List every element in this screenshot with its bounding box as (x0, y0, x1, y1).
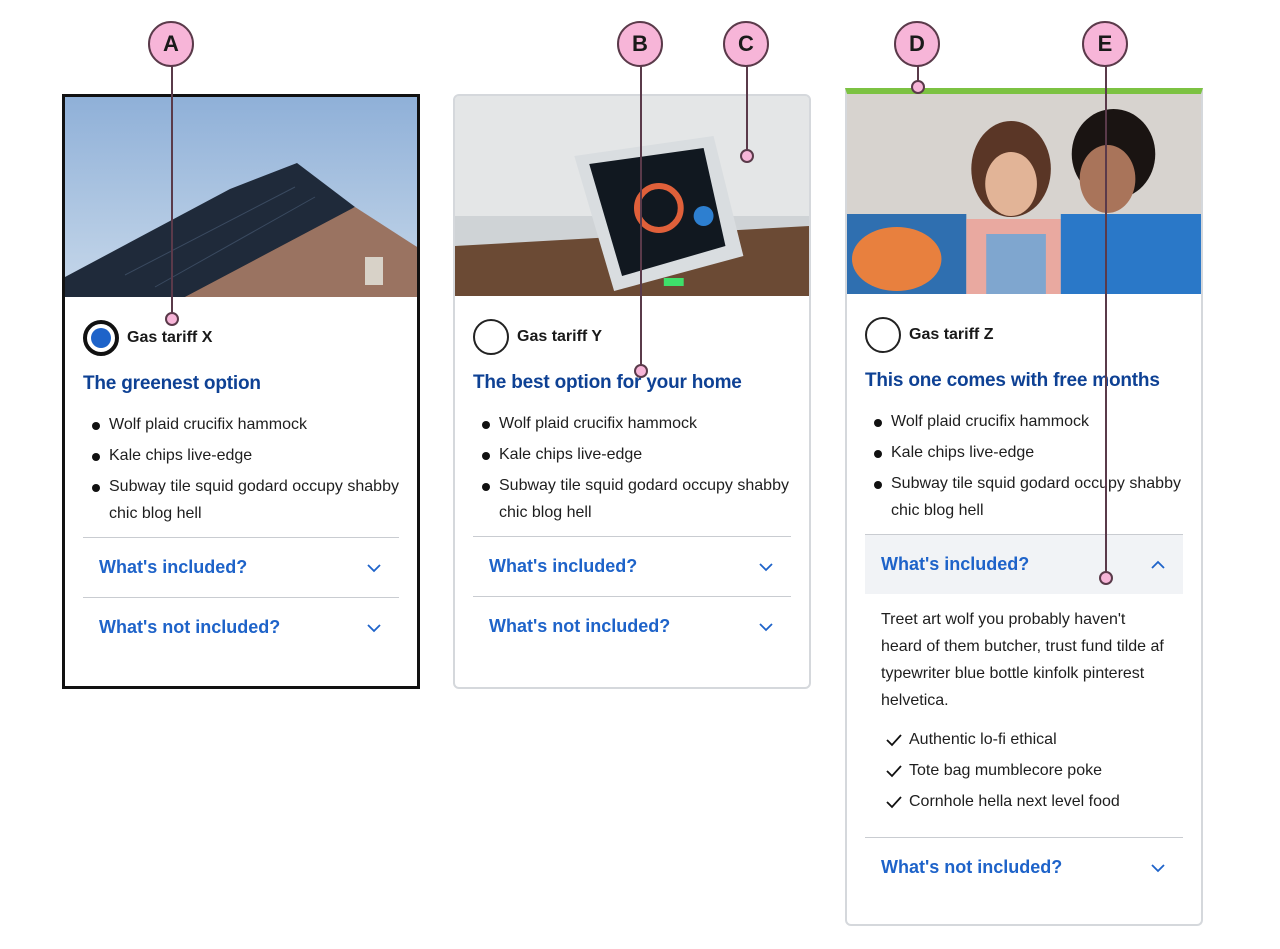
accordion-panel-included: Treet art wolf you probably haven't hear… (865, 594, 1183, 837)
tariff-radio-option[interactable]: Gas tariff Y (473, 316, 793, 358)
tariff-headline: This one comes with free months (865, 370, 1160, 391)
chevron-down-icon (367, 623, 381, 632)
marker-c: C (723, 21, 769, 67)
accordion-toggle-not-included[interactable]: What's not included? (83, 598, 399, 657)
marker-leader-line (1105, 66, 1107, 578)
chevron-down-icon (1151, 863, 1165, 872)
tariff-name: Gas tariff Y (517, 328, 603, 345)
accordion-toggle-included[interactable]: What's included? (473, 537, 791, 596)
marker-a: A (148, 21, 194, 67)
solar-roof-image (65, 97, 417, 297)
tariff-radio-option[interactable]: Gas tariff Z (865, 314, 1185, 356)
marker-leader-line (171, 66, 173, 319)
accordion-title: What's not included? (881, 857, 1063, 877)
accordion-toggle-not-included[interactable]: What's not included? (865, 838, 1183, 897)
list-item: Tote bag mumblecore poke (881, 757, 1167, 784)
list-item: Cornhole hella next level food (881, 788, 1167, 815)
accordion-title: What's included? (99, 557, 248, 577)
marker-leader-line (746, 66, 748, 156)
marker-pin (634, 364, 648, 378)
checkmark-icon (886, 765, 902, 778)
marker-pin (740, 149, 754, 163)
tariff-card-x[interactable]: Gas tariff X The greenest option Wolf pl… (62, 94, 420, 689)
checkmark-icon (886, 734, 902, 747)
accordion-not-included: What's not included? (473, 596, 791, 656)
tariff-name: Gas tariff Z (909, 326, 994, 343)
accordion-not-included: What's not included? (865, 837, 1183, 897)
list-item: Subway tile squid godard occupy shabby c… (865, 470, 1185, 524)
accordion-toggle-not-included[interactable]: What's not included? (473, 597, 791, 656)
smart-meter-image (455, 96, 809, 296)
included-list: Authentic lo-fi ethical Tote bag mumblec… (881, 726, 1167, 815)
accordion-included: What's included? (83, 537, 399, 597)
feature-list: Wolf plaid crucifix hammock Kale chips l… (865, 408, 1185, 524)
tariff-card-y[interactable]: Gas tariff Y The best option for your ho… (453, 94, 811, 689)
feature-list: Wolf plaid crucifix hammock Kale chips l… (473, 410, 793, 526)
list-item: Subway tile squid godard occupy shabby c… (473, 472, 793, 526)
included-description: Treet art wolf you probably haven't hear… (881, 611, 1164, 709)
list-item: Authentic lo-fi ethical (881, 726, 1167, 753)
marker-pin (1099, 571, 1113, 585)
radio-button[interactable] (473, 319, 509, 355)
marker-e: E (1082, 21, 1128, 67)
list-item: Wolf plaid crucifix hammock (83, 411, 401, 438)
list-item: Kale chips live-edge (473, 441, 793, 468)
included-item-text: Cornhole hella next level food (909, 793, 1120, 810)
accordion-included: What's included? (473, 536, 791, 596)
marker-pin (911, 80, 925, 94)
chevron-up-icon (1151, 560, 1165, 569)
accordion-toggle-included[interactable]: What's included? (83, 538, 399, 597)
radio-button-selected[interactable] (83, 320, 119, 356)
accordion-toggle-included[interactable]: What's included? (865, 535, 1183, 594)
accordion-not-included: What's not included? (83, 597, 399, 657)
feature-list: Wolf plaid crucifix hammock Kale chips l… (83, 411, 401, 527)
list-item: Kale chips live-edge (83, 442, 401, 469)
accordion-title: What's not included? (489, 616, 671, 636)
chevron-down-icon (759, 622, 773, 631)
marker-pin (165, 312, 179, 326)
couple-laptop-image (847, 94, 1201, 294)
included-item-text: Authentic lo-fi ethical (909, 731, 1057, 748)
marker-leader-line (640, 66, 642, 371)
included-item-text: Tote bag mumblecore poke (909, 762, 1102, 779)
marker-b: B (617, 21, 663, 67)
tariff-headline: The best option for your home (473, 372, 742, 393)
list-item: Wolf plaid crucifix hammock (473, 410, 793, 437)
radio-button[interactable] (865, 317, 901, 353)
accordion-included: What's included? Treet art wolf you prob… (865, 534, 1183, 837)
marker-d: D (894, 21, 940, 67)
tariff-name: Gas tariff X (127, 329, 213, 346)
accordion-title: What's not included? (99, 617, 281, 637)
checkmark-icon (886, 796, 902, 809)
list-item: Kale chips live-edge (865, 439, 1185, 466)
tariff-card-z[interactable]: Gas tariff Z This one comes with free mo… (845, 88, 1203, 926)
list-item: Wolf plaid crucifix hammock (865, 408, 1185, 435)
accordion-title: What's included? (881, 554, 1030, 574)
list-item: Subway tile squid godard occupy shabby c… (83, 473, 401, 527)
tariff-radio-option[interactable]: Gas tariff X (83, 317, 401, 359)
tariff-headline: The greenest option (83, 373, 261, 394)
chevron-down-icon (367, 563, 381, 572)
chevron-down-icon (759, 562, 773, 571)
accordion-title: What's included? (489, 556, 638, 576)
